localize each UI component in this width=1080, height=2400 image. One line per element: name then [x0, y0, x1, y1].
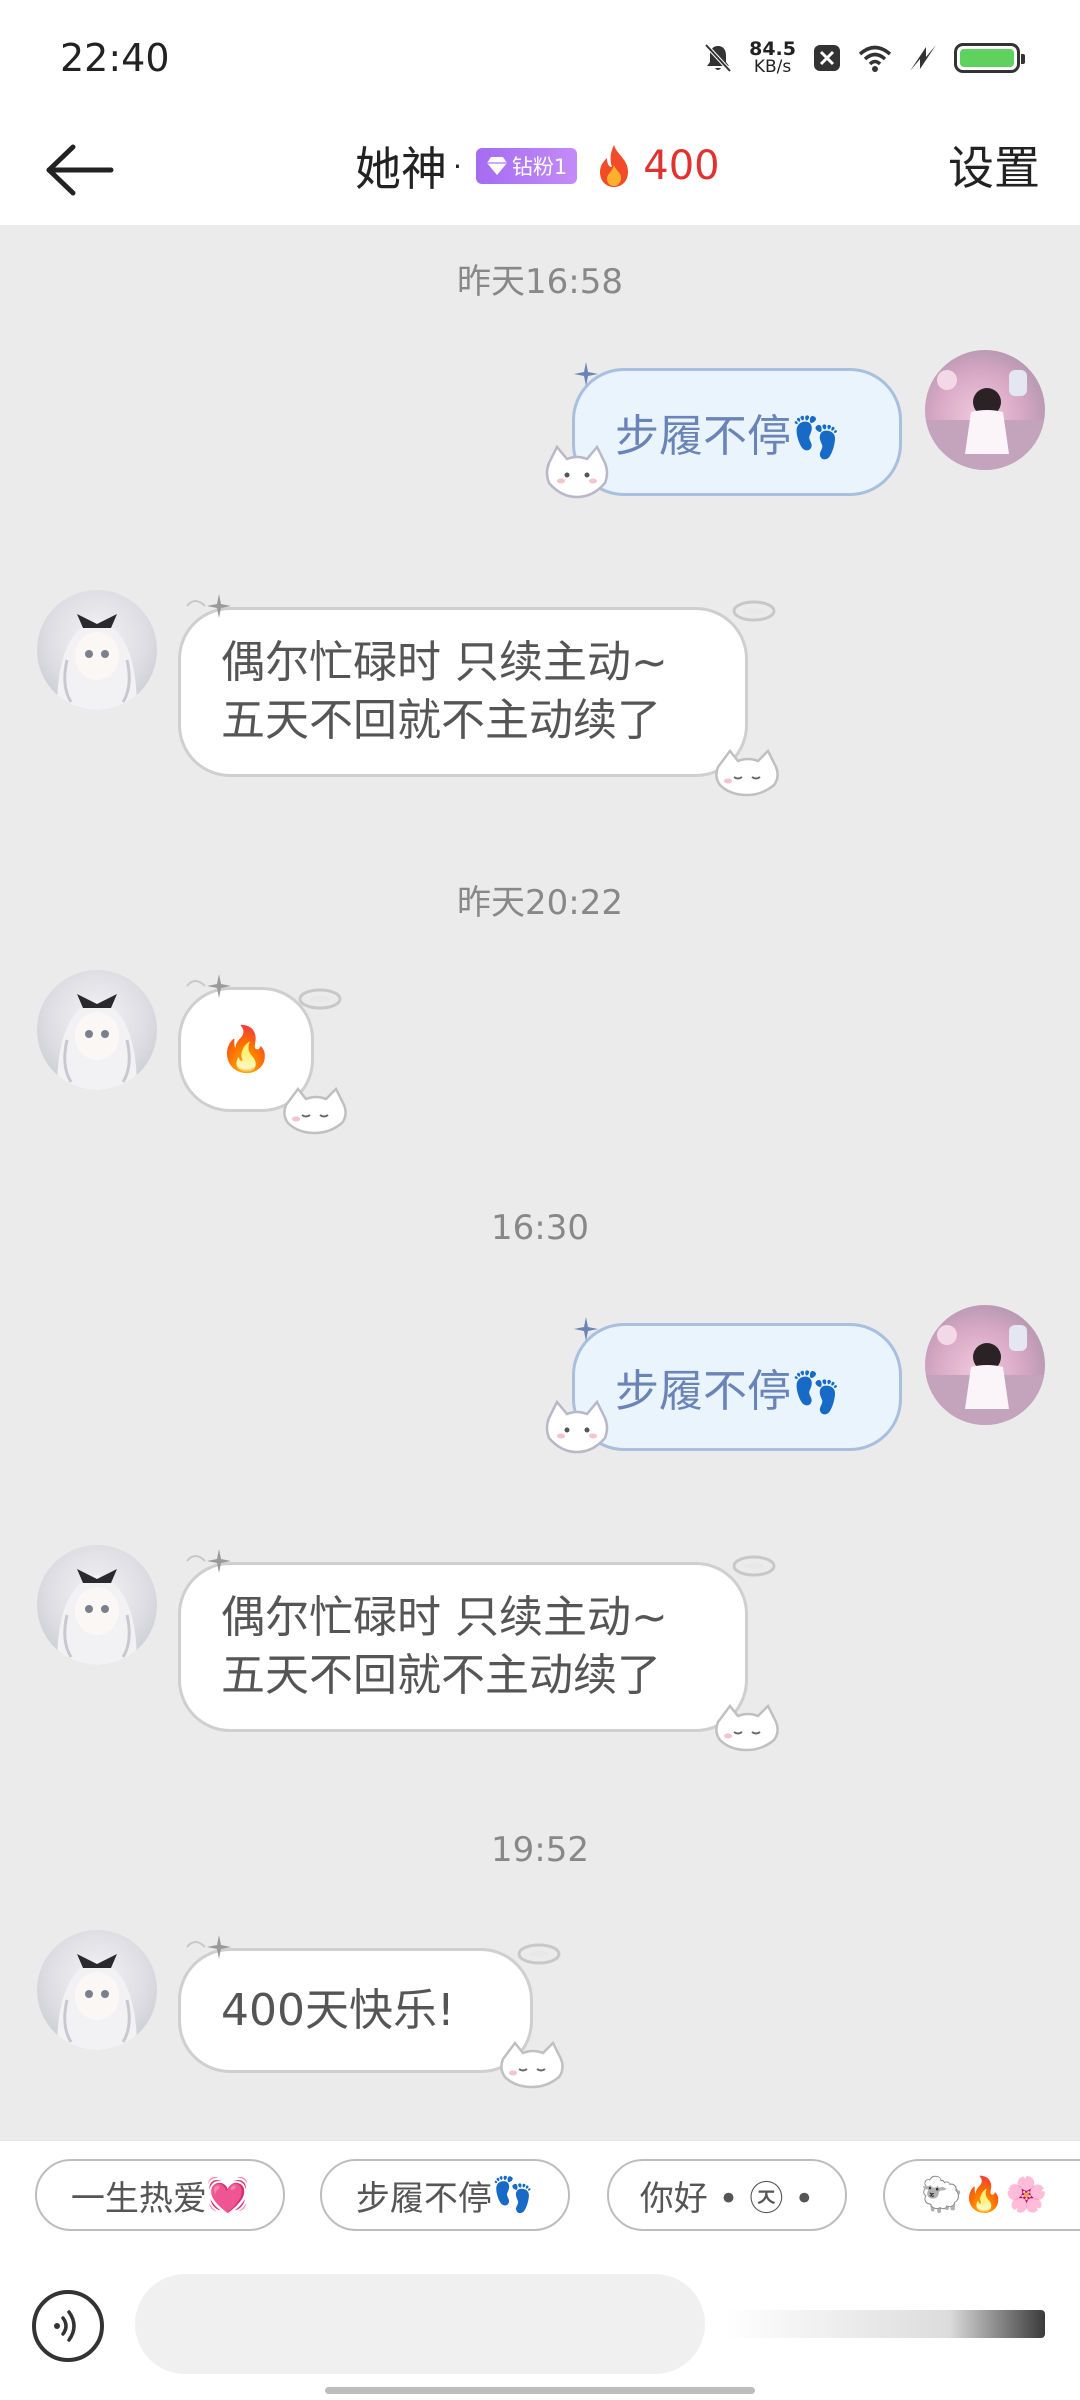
- flame-icon: [600, 145, 629, 187]
- sparkle-icon: [186, 974, 231, 998]
- voice-icon: [54, 2310, 76, 2342]
- cat-sticker-icon: [545, 444, 609, 499]
- message-line: 五天不回就不主动续了: [221, 1650, 661, 1701]
- input-bar: [0, 2250, 1080, 2400]
- avatar-image: [57, 1954, 137, 2050]
- message-text-body: 步履不停: [615, 411, 791, 462]
- message-text-body: 步履不停: [615, 1366, 791, 1417]
- avatar-image: [57, 614, 137, 710]
- footprints-emoji: 👣: [791, 1370, 841, 1416]
- arrow-left-icon: [46, 144, 114, 196]
- chat-header: 她神 · 钻粉1 400 设置: [0, 110, 1080, 225]
- chip-emoji: 👣: [491, 2175, 535, 2215]
- message-bubble-outgoing[interactable]: 步履不停👣: [572, 368, 902, 496]
- diamond-icon: [486, 157, 507, 175]
- home-indicator[interactable]: [325, 2387, 755, 2394]
- message-text: 步履不停👣: [615, 1355, 859, 1419]
- title-separator: ·: [453, 149, 462, 183]
- net-speed: 84.5 KB/s: [749, 38, 796, 77]
- settings-button[interactable]: 设置: [948, 132, 1040, 198]
- halo-icon: [298, 988, 342, 1010]
- contact-name: 她神: [355, 142, 447, 196]
- avatar-image: [925, 1325, 1045, 1425]
- contact-avatar[interactable]: [37, 590, 157, 710]
- quick-reply-chip[interactable]: 你好 • ㉨ •: [607, 2159, 847, 2231]
- streak-count: 400: [643, 143, 720, 189]
- halo-icon: [517, 1943, 561, 1965]
- sparkle-icon: [186, 1549, 231, 1573]
- sparkle-icon: [186, 594, 231, 618]
- sparkle-icon: [186, 1935, 231, 1959]
- net-speed-value: 84.5: [749, 38, 796, 60]
- battery-fill: [960, 49, 1014, 67]
- wifi-icon: [858, 45, 892, 72]
- chip-label: 一生热爱: [70, 2178, 207, 2219]
- status-icons: 84.5 KB/s: [701, 36, 1025, 80]
- sparkle-icon: [574, 362, 598, 386]
- net-speed-unit: KB/s: [753, 57, 792, 77]
- message-line: 偶尔忙碌时 只续主动~: [221, 1592, 668, 1643]
- flame-emoji: 🔥: [218, 1023, 274, 1075]
- timestamp: 16:30: [491, 1208, 589, 1248]
- avatar-image: [57, 994, 137, 1090]
- voice-button[interactable]: [32, 2290, 104, 2362]
- message-text: 步履不停👣: [615, 400, 859, 464]
- chat-area[interactable]: 昨天16:58 步履不停👣 偶尔忙碌时 只续主动~ 五天不回就不主动续了 昨天2…: [0, 225, 1080, 2140]
- fan-level-badge[interactable]: 钻粉1: [475, 148, 578, 184]
- message-text: 400天快乐!: [221, 1984, 455, 2036]
- message-line: 偶尔忙碌时 只续主动~: [221, 637, 668, 688]
- fan-badge-label: 钻粉1: [511, 155, 568, 179]
- message-bubble-incoming[interactable]: 偶尔忙碌时 只续主动~ 五天不回就不主动续了: [178, 1562, 748, 1732]
- cat-sticker-icon: [715, 748, 779, 797]
- cat-sticker-icon: [715, 1703, 779, 1752]
- timestamp: 19:52: [491, 1830, 589, 1870]
- close-box-icon: [814, 45, 840, 71]
- timestamp: 昨天16:58: [457, 262, 623, 302]
- timestamp: 昨天20:22: [457, 883, 623, 923]
- message-input[interactable]: [135, 2274, 705, 2374]
- message-line: 五天不回就不主动续了: [221, 695, 661, 746]
- status-time: 22:40: [60, 36, 170, 80]
- status-bar: 22:40 84.5 KB/s: [0, 0, 1080, 110]
- chip-label: 步履不停: [355, 2178, 492, 2219]
- quick-reply-chip[interactable]: 步履不停 👣: [320, 2159, 570, 2231]
- chip-label: 你好 • ㉨ •: [639, 2178, 815, 2219]
- battery-icon: [954, 43, 1025, 73]
- my-avatar[interactable]: [925, 1305, 1045, 1425]
- input-toolbar-fade: [725, 2310, 1045, 2338]
- message-bubble-incoming[interactable]: 偶尔忙碌时 只续主动~ 五天不回就不主动续了: [178, 607, 748, 777]
- halo-icon: [732, 1555, 776, 1577]
- avatar-image: [925, 370, 1045, 470]
- fast-charge-icon: [910, 45, 936, 71]
- avatar-image: [57, 1569, 137, 1665]
- cat-sticker-icon: [545, 1399, 609, 1454]
- contact-avatar[interactable]: [37, 970, 157, 1090]
- sparkle-icon: [574, 1317, 598, 1341]
- quick-reply-chip[interactable]: 🐑🔥🌸: [883, 2159, 1080, 2231]
- contact-avatar[interactable]: [37, 1930, 157, 2050]
- chip-emoji: 🐑🔥🌸: [920, 2175, 1048, 2215]
- chip-emoji: 💓: [206, 2175, 250, 2215]
- cat-sticker-icon: [500, 2040, 564, 2089]
- back-button[interactable]: [40, 130, 120, 210]
- bell-off-icon: [704, 43, 732, 73]
- footprints-emoji: 👣: [791, 415, 841, 461]
- quick-reply-bar[interactable]: 一生热爱 💓 步履不停 👣 你好 • ㉨ • 🐑🔥🌸: [0, 2140, 1080, 2250]
- contact-avatar[interactable]: [37, 1545, 157, 1665]
- my-avatar[interactable]: [925, 350, 1045, 470]
- message-bubble-outgoing[interactable]: 步履不停👣: [572, 1323, 902, 1451]
- quick-reply-chip[interactable]: 一生热爱 💓: [35, 2159, 285, 2231]
- cat-sticker-icon: [283, 1086, 347, 1135]
- halo-icon: [732, 600, 776, 622]
- chat-title-group[interactable]: 她神 · 钻粉1 400: [355, 134, 720, 198]
- message-bubble-incoming[interactable]: 400天快乐!: [178, 1948, 533, 2073]
